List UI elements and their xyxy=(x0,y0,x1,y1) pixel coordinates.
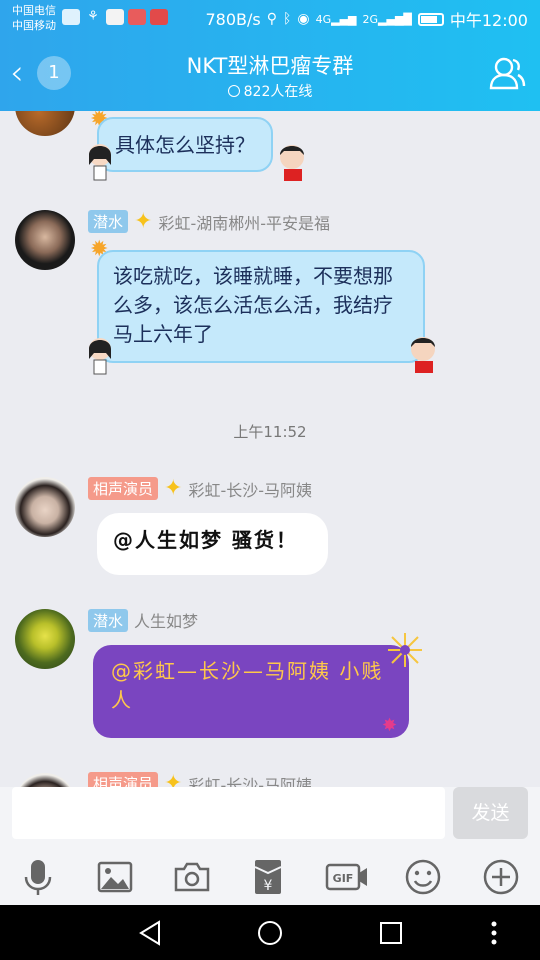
online-count: 822人在线 xyxy=(243,84,313,100)
app-notification-icon: ⚘ xyxy=(87,9,99,24)
avatar[interactable] xyxy=(15,477,75,537)
app-notification-icon xyxy=(62,9,80,25)
system-navigation-bar xyxy=(0,905,540,960)
image-icon[interactable] xyxy=(95,857,135,897)
online-status: 822人在线 xyxy=(0,81,540,101)
firework-sticker-icon: ✸ xyxy=(382,715,398,736)
boy-sticker-icon xyxy=(272,141,312,187)
carrier-2: 中国移动 xyxy=(12,19,56,32)
boy-sticker-icon xyxy=(403,333,443,379)
avatar[interactable] xyxy=(15,111,75,136)
message-bubble[interactable]: @彩虹—长沙—马阿姨 小贱人 xyxy=(93,645,409,738)
level-star-icon: ✦ xyxy=(164,771,183,787)
message-text: @人生如梦 骚货！ xyxy=(113,528,298,552)
signal-icon: 2G▂▄▆█ xyxy=(362,12,412,26)
message-input[interactable] xyxy=(12,787,445,839)
status-right: 780B/s ⚲ ᛒ ◉ 4G▂▄▆ 2G▂▄▆█ 中午12:00 xyxy=(205,7,528,31)
girl-sticker-icon xyxy=(86,335,114,379)
sender-line: 潜水 ✦ 彩虹-湖南郴州-平安是福 xyxy=(88,209,330,234)
avatar[interactable] xyxy=(15,609,75,669)
level-star-icon: ✦ xyxy=(164,476,183,501)
clock: 中午12:00 xyxy=(449,11,528,30)
composer: 发送 xyxy=(0,787,540,847)
member-tag: 潜水 xyxy=(88,210,129,233)
sender-name[interactable]: 人生如梦 xyxy=(134,608,198,632)
girl-sticker-icon xyxy=(86,141,114,185)
online-icon xyxy=(227,85,240,97)
microphone-icon[interactable] xyxy=(18,857,58,897)
network-speed: 780B/s xyxy=(205,9,261,29)
gif-icon[interactable]: GIF xyxy=(325,857,369,897)
message-text: 具体怎么坚持？ xyxy=(115,133,255,157)
group-title: NKT型淋巴瘤专群 xyxy=(186,54,354,78)
carrier-info: 中国电信 中国移动 xyxy=(12,3,56,33)
nav-recents-icon[interactable] xyxy=(378,919,404,951)
nav-home-icon[interactable] xyxy=(256,919,284,951)
message-timestamp: 上午11:52 xyxy=(233,423,307,441)
sender-name[interactable]: 彩虹-长沙-马阿姨 xyxy=(188,772,312,788)
svg-text:¥: ¥ xyxy=(264,878,273,894)
send-button[interactable]: 发送 xyxy=(453,787,528,839)
message-bubble[interactable]: 具体怎么坚持？ xyxy=(97,117,273,172)
sender-line: 相声演员 ✦ 彩虹-长沙-马阿姨 xyxy=(88,476,312,501)
message-bubble[interactable]: @人生如梦 骚货！ xyxy=(97,513,328,575)
member-tag: 相声演员 xyxy=(88,772,159,787)
status-bar: 中国电信 中国移动 ⚘ 780B/s ⚲ ᛒ ◉ 4G▂▄▆ 2G▂▄▆█ 中午… xyxy=(0,0,540,36)
sender-name[interactable]: 彩虹-长沙-马阿姨 xyxy=(188,477,312,501)
member-tag: 潜水 xyxy=(88,608,129,632)
level-star-icon: ✦ xyxy=(134,209,153,234)
eye-icon: ◉ xyxy=(297,11,310,27)
nav-menu-icon[interactable] xyxy=(488,919,500,951)
camera-icon[interactable] xyxy=(172,857,212,897)
location-icon: ⚲ xyxy=(266,11,277,27)
message-bubble[interactable]: 该吃就吃，该睡就睡，不要想那么多，该怎么活怎么活，我结疗马上六年了 xyxy=(97,250,425,363)
avatar[interactable] xyxy=(15,210,75,270)
app-notification-icon xyxy=(128,9,146,25)
red-packet-icon[interactable]: ¥ xyxy=(248,857,288,897)
group-members-icon[interactable] xyxy=(488,54,526,96)
notification-icons: ⚘ xyxy=(62,9,168,25)
emoji-icon[interactable] xyxy=(403,857,443,897)
app-notification-icon xyxy=(106,9,124,25)
app-notification-icon xyxy=(150,9,168,25)
chat-messages[interactable]: ✹ 具体怎么坚持？ 潜水 ✦ 彩虹-湖南郴州-平安是福 ✹ 该吃就吃，该睡就睡，… xyxy=(0,111,540,787)
plus-icon[interactable] xyxy=(481,857,521,897)
battery-icon xyxy=(417,12,444,26)
message-text: @彩虹—长沙—马阿姨 小贱人 xyxy=(111,659,384,712)
sender-name[interactable]: 彩虹-湖南郴州-平安是福 xyxy=(158,210,330,234)
sender-line: 相声演员 ✦ 彩虹-长沙-马阿姨 xyxy=(88,771,312,787)
avatar[interactable] xyxy=(15,773,75,787)
signal-icon: 4G▂▄▆ xyxy=(315,12,357,26)
message-text: 该吃就吃，该睡就睡，不要想那么多，该怎么活怎么活，我结疗马上六年了 xyxy=(113,264,393,346)
bluetooth-icon: ᛒ xyxy=(282,11,292,27)
firework-sticker-icon xyxy=(386,631,424,673)
nav-back-icon[interactable] xyxy=(137,919,163,951)
composer-toolbar: ¥ GIF xyxy=(0,847,540,905)
sender-line: 潜水 人生如梦 xyxy=(88,608,198,632)
svg-text:GIF: GIF xyxy=(333,872,354,885)
chat-header: ‹ 1 NKT型淋巴瘤专群 822人在线 xyxy=(0,36,540,111)
member-tag: 相声演员 xyxy=(88,477,159,500)
carrier-1: 中国电信 xyxy=(12,4,56,17)
